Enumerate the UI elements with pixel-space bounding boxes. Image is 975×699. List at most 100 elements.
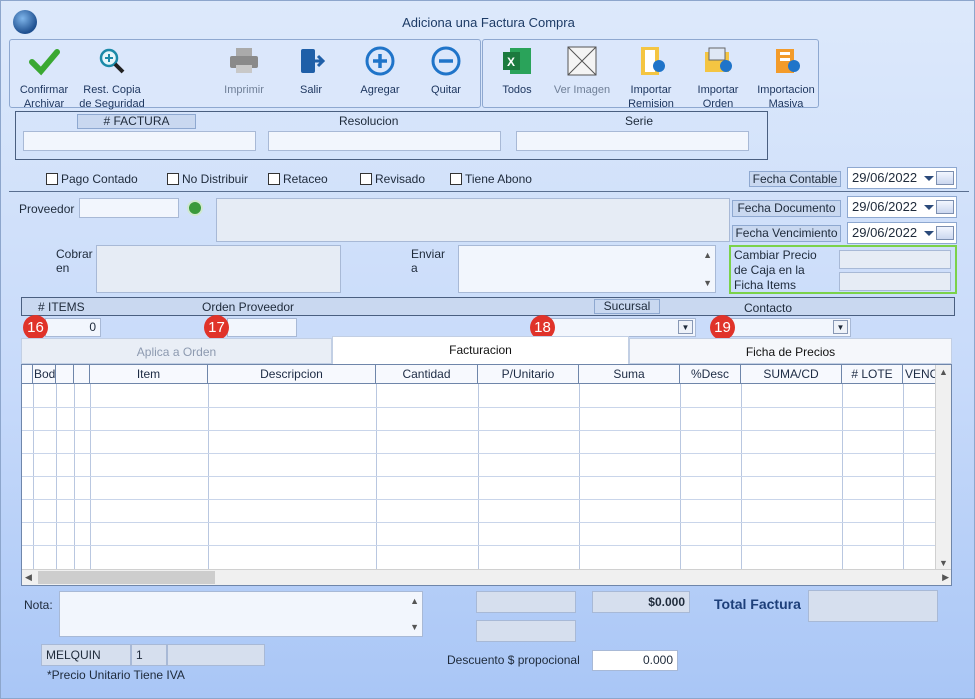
scroll-thumb[interactable] — [38, 571, 215, 584]
items-count: 0 — [45, 318, 101, 337]
import-masiva-button[interactable]: Importacion Masiva — [755, 46, 817, 111]
orden-proveedor-label: Orden Proveedor — [202, 300, 295, 314]
badge-17: 17 — [204, 315, 229, 340]
view-image-button[interactable]: Ver Imagen — [551, 46, 613, 97]
scroll-down-icon[interactable]: ▼ — [939, 558, 948, 568]
import-remision-button[interactable]: Importar Remision — [622, 46, 680, 111]
scroll-up-icon[interactable]: ▲ — [703, 250, 712, 260]
mass-import-icon — [776, 49, 800, 73]
horizontal-scrollbar[interactable]: ◀ ▶ — [22, 569, 951, 585]
chevron-down-icon: ▼ — [678, 320, 693, 334]
grid-row-line — [22, 522, 936, 523]
sucursal-label: Sucursal — [594, 299, 660, 314]
col-lote[interactable]: # LOTE — [842, 365, 903, 384]
resolucion-input[interactable] — [268, 131, 501, 151]
orden-proveedor-input[interactable] — [227, 318, 297, 337]
price-change-panel: Cambiar Precio de Caja en la Ficha Items — [729, 245, 957, 294]
amount-display: $0.000 — [592, 591, 690, 613]
revisado-label: Revisado — [375, 172, 426, 186]
items-grid[interactable]: Bodega Item Descripcion Cantidad P/Unita… — [21, 364, 952, 586]
chevron-down-icon: ▼ — [833, 320, 848, 334]
tiene-abono-checkbox[interactable] — [450, 173, 462, 185]
exit-button[interactable]: Salir — [283, 46, 339, 97]
scroll-up-icon[interactable]: ▲ — [939, 367, 948, 377]
validate-check-icon[interactable] — [187, 200, 203, 216]
grid-row-line — [22, 476, 936, 477]
badge-16: 16 — [23, 315, 48, 340]
toolbar-main: Confirmar Archivar Rest. Copia de Seguri… — [9, 39, 481, 111]
resolucion-label: Resolucion — [339, 114, 399, 128]
no-distribuir-checkbox[interactable] — [167, 173, 179, 185]
minus-circle-icon — [431, 46, 461, 76]
scroll-up-icon[interactable]: ▲ — [410, 596, 419, 606]
checkmark-icon — [29, 49, 60, 76]
grid-row-line — [22, 545, 936, 546]
dropdown-arrow-icon — [924, 231, 934, 236]
pago-contado-label: Pago Contado — [61, 172, 138, 186]
tab-facturacion[interactable]: Facturacion — [332, 336, 629, 364]
col-punitario[interactable]: P/Unitario — [478, 365, 579, 384]
col-blank-2[interactable] — [74, 365, 90, 384]
calendar-icon[interactable] — [936, 226, 954, 240]
contacto-select[interactable]: ▼ — [721, 318, 851, 337]
exit-door-icon — [301, 49, 326, 73]
toolbar-import: X Todos Ver Imagen Importar Remision Imp… — [482, 39, 819, 111]
scroll-right-icon[interactable]: ▶ — [942, 572, 949, 583]
proveedor-input[interactable] — [79, 198, 179, 218]
scroll-left-icon[interactable]: ◀ — [25, 572, 32, 583]
col-item[interactable]: Item — [90, 365, 208, 384]
user-number: 1 — [131, 644, 167, 666]
fecha-vencimiento-picker[interactable]: 29/06/2022 — [847, 222, 957, 244]
vertical-scrollbar[interactable]: ▲ ▼ — [935, 365, 951, 570]
confirm-button[interactable]: Confirmar Archivar — [12, 46, 76, 111]
user-display: MELQUIN — [41, 644, 131, 666]
descuento-input[interactable]: 0.000 — [592, 650, 678, 671]
enviar-a-textarea[interactable]: ▲ ▼ — [458, 245, 716, 293]
fecha-documento-picker[interactable]: 29/06/2022 — [847, 196, 957, 218]
zoom-plus-icon — [99, 48, 125, 74]
col-suma[interactable]: Suma — [579, 365, 680, 384]
restore-backup-button[interactable]: Rest. Copia de Seguridad — [76, 46, 148, 111]
add-button[interactable]: Agregar — [350, 46, 410, 97]
items-label: # ITEMS — [38, 300, 85, 314]
col-desc[interactable]: %Desc — [680, 365, 741, 384]
svg-text:X: X — [507, 55, 515, 69]
window-title: Adiciona una Factura Compra — [402, 15, 575, 30]
print-button[interactable]: Imprimir — [214, 46, 274, 97]
excel-icon: X — [503, 48, 531, 74]
grid-row-line — [22, 453, 936, 454]
app-window: Adiciona una Factura Compra Confirmar Ar… — [0, 0, 975, 699]
printer-icon — [230, 48, 258, 73]
scroll-down-icon[interactable]: ▼ — [410, 622, 419, 632]
retaceo-checkbox[interactable] — [268, 173, 280, 185]
no-distribuir-label: No Distribuir — [182, 172, 249, 186]
col-descripcion[interactable]: Descripcion — [208, 365, 376, 384]
fecha-vencimiento-label: Fecha Vencimiento — [732, 225, 841, 242]
fecha-contable-picker[interactable]: 29/06/2022 — [847, 167, 957, 189]
tab-ficha-precios[interactable]: Ficha de Precios — [629, 338, 952, 364]
serie-input[interactable] — [516, 131, 749, 151]
tab-aplica-orden[interactable]: Aplica a Orden — [21, 338, 332, 364]
sucursal-select[interactable]: ▼ — [536, 318, 696, 337]
grid-row-line — [22, 430, 936, 431]
price-change-input-1[interactable] — [839, 250, 951, 269]
factura-input[interactable] — [23, 131, 256, 151]
nota-textarea[interactable]: ▲ ▼ — [59, 591, 423, 637]
col-suma-cd[interactable]: SUMA/CD — [741, 365, 842, 384]
pago-contado-checkbox[interactable] — [46, 173, 58, 185]
col-cantidad[interactable]: Cantidad — [376, 365, 478, 384]
price-change-input-2[interactable] — [839, 272, 951, 291]
scroll-down-icon[interactable]: ▼ — [703, 278, 712, 288]
all-excel-button[interactable]: X Todos — [489, 46, 545, 97]
col-blank-1[interactable] — [56, 365, 74, 384]
calendar-icon[interactable] — [936, 200, 954, 214]
import-orden-button[interactable]: Importar Orden — [689, 46, 747, 111]
subtotal-field-2 — [476, 620, 576, 642]
revisado-checkbox[interactable] — [360, 173, 372, 185]
col-venc[interactable]: VENC — [903, 365, 937, 384]
remove-button[interactable]: Quitar — [418, 46, 474, 97]
calendar-icon[interactable] — [936, 171, 954, 185]
items-header-bar — [21, 297, 955, 316]
col-bodega[interactable]: Bodega — [33, 365, 56, 384]
cobrar-en-box[interactable] — [96, 245, 341, 293]
